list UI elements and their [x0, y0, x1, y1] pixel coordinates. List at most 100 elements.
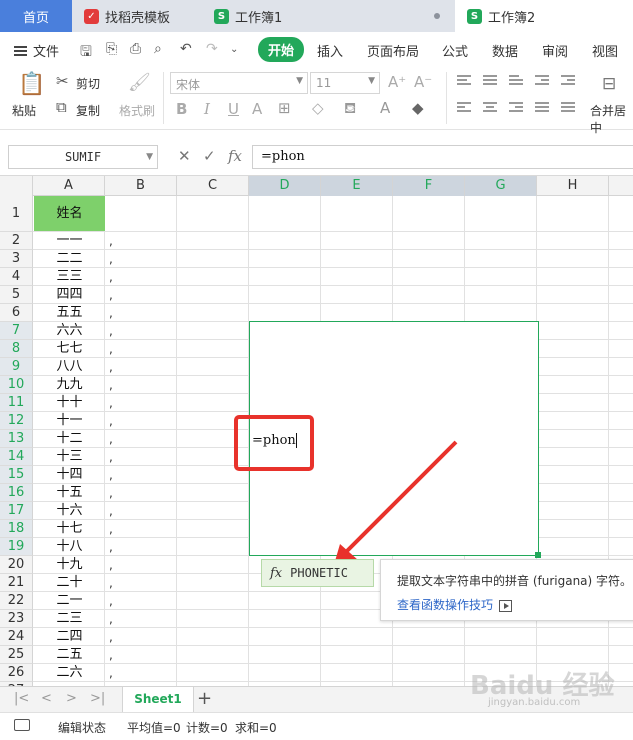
spreadsheet-grid[interactable]: 1 姓名 2 一一, 3 二二, 4 三三, 5 四四, 6 五五, 7 六六, 8 七七, 9 八八, 10 九九,… [0, 176, 633, 686]
clear-format-icon[interactable]: ◆ [412, 99, 424, 117]
merge-center-icon[interactable]: ⊟ [602, 74, 616, 94]
copy-icon[interactable]: ⧉ [56, 98, 67, 116]
tab-insert[interactable]: 插入 [317, 41, 343, 60]
chevron-down-icon: ▼ [146, 152, 153, 162]
ribbon-divider [163, 72, 164, 124]
merge-center-button[interactable]: 合并居中 [590, 102, 633, 136]
paste-button[interactable]: 粘贴 [12, 102, 36, 119]
macro-record-icon[interactable] [14, 719, 30, 731]
tab-home-label: 首页 [22, 10, 49, 26]
tab-home[interactable]: 首页 [0, 0, 72, 32]
ribbon-divider [446, 72, 447, 124]
chevron-down-icon[interactable]: ⌄ [230, 44, 238, 55]
status-average: 平均值=0 [127, 721, 181, 735]
copy-button[interactable]: 复制 [76, 102, 100, 119]
font-size-value: 11 [316, 76, 332, 90]
align-middle-icon[interactable] [483, 75, 497, 86]
tab-formulas[interactable]: 公式 [442, 41, 468, 60]
tab-view[interactable]: 视图 [592, 41, 618, 60]
borders-icon[interactable]: ⊞ [278, 99, 291, 117]
cut-button[interactable]: 剪切 [76, 75, 100, 92]
confirm-icon[interactable]: ✓ [203, 147, 216, 165]
redo-icon[interactable]: ↷ [206, 41, 218, 57]
function-description: 提取文本字符串中的拼音 (furigana) 字符。 [397, 574, 633, 588]
spreadsheet-logo-icon: S [467, 8, 482, 24]
tab-start[interactable]: 开始 [258, 37, 305, 62]
indent-increase-icon[interactable] [561, 75, 575, 86]
spreadsheet-logo-icon: S [214, 8, 229, 24]
tab-workbook1-label: 工作簿1 [235, 10, 283, 26]
status-mode: 编辑状态 [58, 721, 107, 735]
scissors-icon[interactable]: ✂ [56, 72, 69, 90]
print-preview-icon[interactable]: ⌕ [154, 41, 162, 57]
font-shrink-icon[interactable]: A⁻ [414, 73, 432, 91]
add-sheet-button[interactable]: + [197, 688, 212, 709]
cancel-icon[interactable]: ✕ [178, 147, 191, 165]
tab-review[interactable]: 审阅 [542, 41, 568, 60]
align-left-icon[interactable] [457, 102, 471, 113]
tab-template-label: 找稻壳模板 [105, 10, 171, 26]
strikethrough-icon[interactable]: A [252, 100, 262, 118]
align-right-icon[interactable] [509, 102, 523, 113]
document-tab-bar: 首页 ✓ 找稻壳模板 S 工作簿1 S 工作簿2 [0, 0, 633, 32]
status-sum: 求和=0 [235, 721, 277, 735]
unsaved-dot-icon [434, 13, 440, 19]
insert-function-icon[interactable]: fx [228, 147, 242, 165]
chevron-down-icon: ▼ [296, 76, 303, 86]
font-grow-icon[interactable]: A⁺ [388, 73, 406, 91]
autocomplete-function-name: PHONETIC [290, 566, 348, 580]
next-sheet-icon[interactable]: > [66, 691, 77, 706]
tab-data[interactable]: 数据 [492, 41, 518, 60]
function-icon: fx [270, 566, 283, 581]
font-name-select[interactable]: 宋体 ▼ [170, 72, 308, 94]
font-color-icon[interactable]: A [380, 99, 390, 117]
tab-workbook2-label: 工作簿2 [488, 10, 536, 26]
annotation-arrow-icon [343, 440, 458, 555]
formula-input[interactable]: =phon [252, 145, 633, 169]
save-icon[interactable]: 🖫 [80, 41, 92, 65]
spreadsheet-app: 首页 ✓ 找稻壳模板 S 工作簿1 S 工作簿2 文件 🖫 ⎘ ⎙ ⌕ ↶ ↷ … [0, 0, 633, 740]
status-count: 计数=0 [186, 721, 228, 735]
paste-icon[interactable]: 📋 [18, 72, 45, 97]
underline-icon[interactable]: U [228, 100, 239, 118]
undo-icon[interactable]: ↶ [180, 41, 192, 57]
function-tooltip: 提取文本字符串中的拼音 (furigana) 字符。 查看函数操作技巧 [380, 559, 633, 621]
align-center-icon[interactable] [483, 102, 497, 113]
justify-icon[interactable] [535, 102, 549, 113]
format-painter-button[interactable]: 格式刷 [119, 102, 155, 119]
file-menu[interactable]: 文件 [14, 41, 59, 60]
name-box-value: SUMIF [64, 150, 102, 164]
docer-logo-icon: ✓ [84, 8, 99, 24]
print-icon[interactable]: ⎙ [130, 41, 141, 57]
sheet-tab-sheet1[interactable]: Sheet1 [122, 687, 194, 712]
first-sheet-icon[interactable]: |< [14, 691, 29, 706]
erase-icon[interactable]: ◇ [312, 99, 324, 117]
align-top-icon[interactable] [457, 75, 471, 86]
distribute-icon[interactable] [561, 102, 575, 113]
bold-icon[interactable]: B [176, 100, 187, 118]
tab-page-layout[interactable]: 页面布局 [367, 41, 419, 60]
video-play-icon [499, 599, 513, 612]
format-painter-icon[interactable]: 🖌 [128, 72, 151, 93]
font-name-value: 宋体 [176, 78, 201, 92]
prev-sheet-icon[interactable]: < [41, 691, 52, 706]
ribbon: 📋 粘贴 ✂ 剪切 ⧉ 复制 🖌 格式刷 宋体 ▼ 11 ▼ A⁺ A⁻ B I U… [0, 66, 633, 135]
name-box[interactable]: SUMIF ▼ [8, 145, 158, 169]
chevron-down-icon: ▼ [368, 76, 375, 86]
tab-workbook2[interactable]: S 工作簿2 [455, 0, 633, 32]
font-size-select[interactable]: 11 ▼ [310, 72, 380, 94]
last-sheet-icon[interactable]: >| [90, 691, 105, 706]
align-bottom-icon[interactable] [509, 75, 523, 86]
tab-template[interactable]: ✓ 找稻壳模板 [72, 0, 202, 32]
tab-workbook1[interactable]: S 工作簿1 [202, 0, 452, 32]
watermark-url: jingyan.baidu.com [488, 697, 581, 708]
hamburger-icon [14, 45, 27, 56]
indent-decrease-icon[interactable] [535, 75, 549, 86]
status-bar: 编辑状态 平均值=0 计数=0 求和=0 [0, 712, 633, 740]
export-icon[interactable]: ⎘ [106, 41, 117, 57]
italic-icon[interactable]: I [204, 100, 210, 118]
function-help-link[interactable]: 查看函数操作技巧 [397, 596, 513, 613]
fill-color-icon[interactable]: ⛾ [344, 99, 356, 119]
function-help-link-label: 查看函数操作技巧 [397, 598, 494, 612]
autocomplete-item-phonetic[interactable]: fx PHONETIC [261, 559, 374, 587]
